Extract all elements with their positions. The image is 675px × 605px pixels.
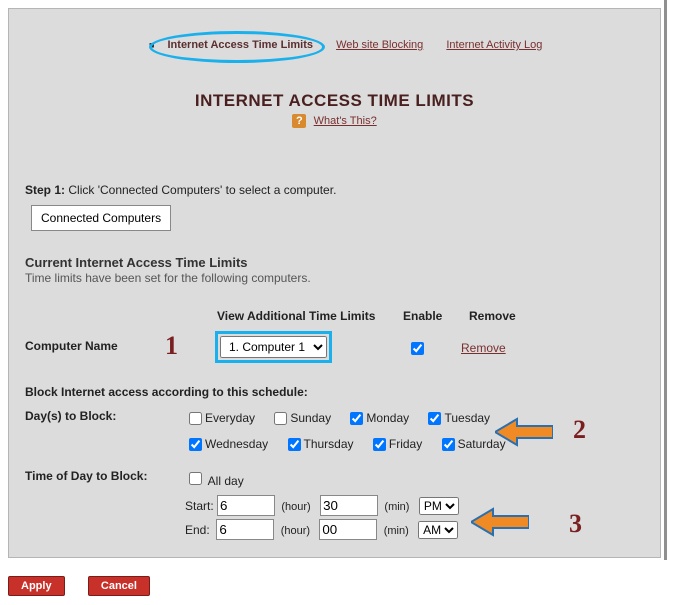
day-tuesday[interactable]: [428, 412, 441, 425]
annotation-1: 1: [165, 331, 178, 361]
day-thursday[interactable]: [288, 438, 301, 451]
connected-computers-button[interactable]: Connected Computers: [31, 205, 171, 231]
cancel-button[interactable]: Cancel: [88, 576, 150, 596]
tab-website-blocking[interactable]: Web site Blocking: [336, 39, 423, 51]
day-wednesday[interactable]: [189, 438, 202, 451]
tab-activity-log[interactable]: Internet Activity Log: [446, 39, 542, 51]
days-row-2: Wednesday Thursday Friday Saturday: [185, 435, 518, 454]
end-hour-input[interactable]: [216, 519, 274, 540]
computer-select[interactable]: 1. Computer 1: [220, 336, 327, 358]
page-title: INTERNET ACCESS TIME LIMITS: [9, 91, 660, 111]
day-sunday[interactable]: [274, 412, 287, 425]
current-limits-subtext: Time limits have been set for the follow…: [25, 271, 311, 285]
enable-checkbox[interactable]: [411, 342, 424, 355]
day-monday[interactable]: [350, 412, 363, 425]
days-row-1: Everyday Sunday Monday Tuesday: [185, 409, 502, 428]
end-label: End:: [185, 523, 210, 537]
help-icon: ?: [292, 114, 306, 128]
all-day-label: All day: [208, 474, 244, 488]
col-view: View Additional Time Limits: [217, 309, 375, 323]
computer-name-label: Computer Name: [25, 339, 118, 353]
time-label: Time of Day to Block:: [25, 469, 147, 483]
end-min-input[interactable]: [319, 519, 377, 540]
bullet-icon: ■: [149, 40, 154, 50]
days-label: Day(s) to Block:: [25, 409, 116, 423]
arrow-3-icon: [471, 507, 529, 537]
min-unit-2: (min): [384, 525, 409, 537]
schedule-heading: Block Internet access according to this …: [25, 385, 308, 399]
col-enable: Enable: [403, 309, 442, 323]
day-saturday[interactable]: [442, 438, 455, 451]
tab-time-limits[interactable]: Internet Access Time Limits: [168, 39, 314, 51]
computer-select-highlight: 1. Computer 1: [215, 331, 332, 363]
annotation-2: 2: [573, 415, 586, 445]
col-remove: Remove: [469, 309, 516, 323]
hour-unit: (hour): [281, 501, 310, 513]
hour-unit-2: (hour): [281, 525, 310, 537]
start-hour-input[interactable]: [217, 495, 275, 516]
apply-button[interactable]: Apply: [8, 576, 65, 596]
end-ampm-select[interactable]: AM: [418, 521, 458, 539]
day-friday[interactable]: [373, 438, 386, 451]
step1-text: Step 1: Click 'Connected Computers' to s…: [25, 183, 336, 197]
min-unit: (min): [384, 501, 409, 513]
day-everyday[interactable]: [189, 412, 202, 425]
start-ampm-select[interactable]: PM: [419, 497, 459, 515]
remove-link[interactable]: Remove: [461, 341, 506, 355]
start-label: Start:: [185, 499, 214, 513]
current-limits-heading: Current Internet Access Time Limits: [25, 255, 248, 270]
whats-this-link[interactable]: What's This?: [314, 115, 377, 127]
all-day-checkbox[interactable]: [189, 472, 202, 485]
annotation-3: 3: [569, 509, 582, 539]
start-min-input[interactable]: [320, 495, 378, 516]
